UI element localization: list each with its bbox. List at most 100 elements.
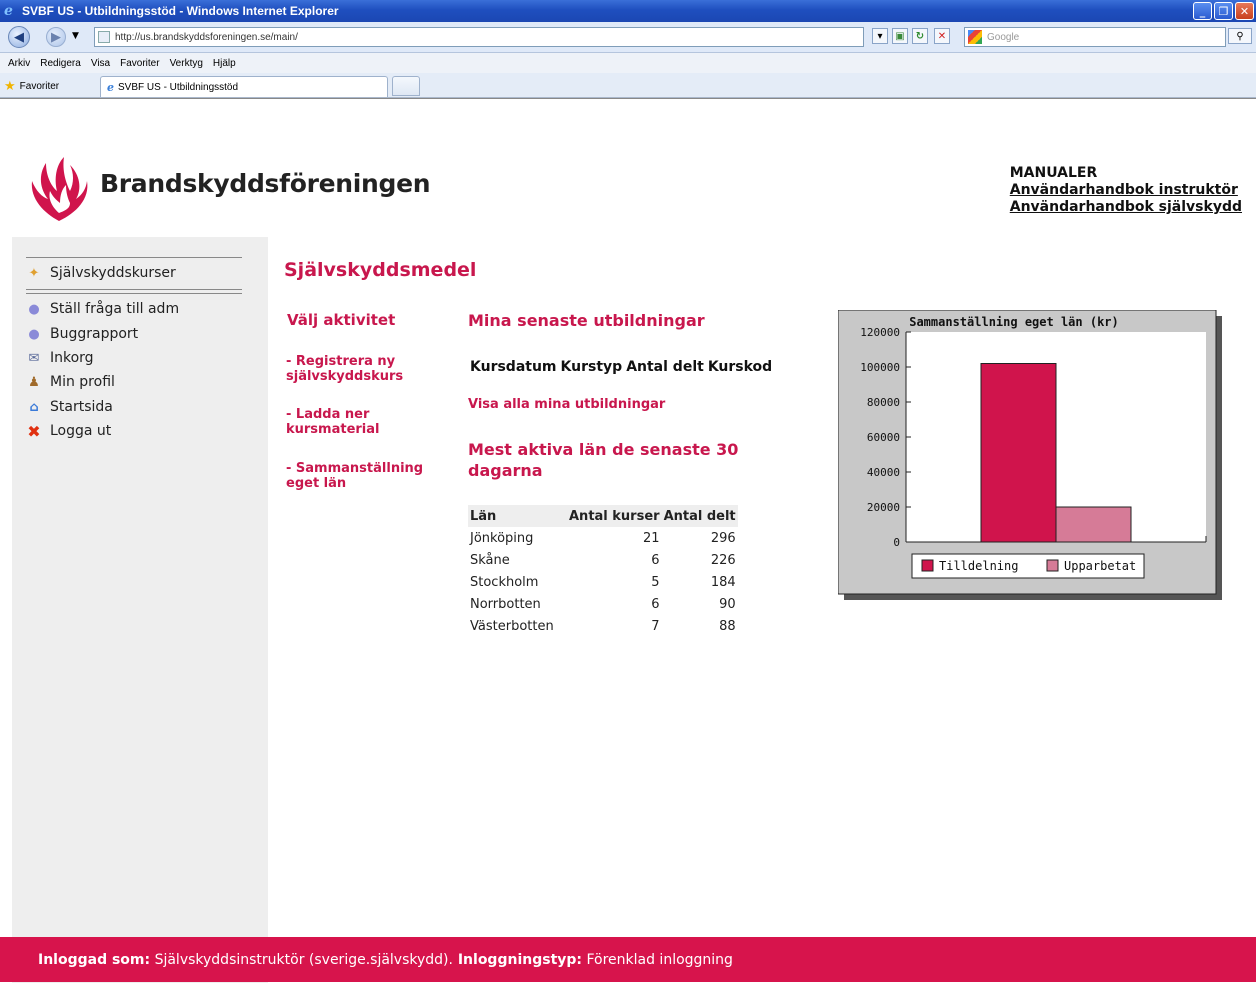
bar-tilldelning: [980, 363, 1057, 543]
county-name: Skåne: [470, 552, 510, 568]
menu-favoriter[interactable]: Favoriter: [120, 58, 159, 69]
url-dropdown-button[interactable]: ▾: [872, 28, 888, 44]
address-bar: ◀ ▶ ▼ http://us.brandskyddsforeningen.se…: [0, 22, 1256, 53]
col-kurskod: Kurskod: [707, 359, 773, 375]
menu-hjalp[interactable]: Hjälp: [213, 58, 236, 69]
sidebar-item-label: Startsida: [50, 399, 113, 415]
course-count: 6: [651, 552, 660, 568]
sidebar-item-inkorg[interactable]: ✉ Inkorg: [26, 350, 94, 366]
manual-link-selfprotection[interactable]: Användarhandbok självskydd: [1010, 199, 1242, 216]
activity-register-course[interactable]: - Registrera ny självskyddskurs: [286, 354, 456, 384]
manual-link-instructor[interactable]: Användarhandbok instruktör: [1010, 182, 1242, 199]
participant-count: 296: [710, 530, 736, 546]
search-placeholder: Google: [987, 31, 1020, 43]
col-antal-kurser: Antal kurser: [567, 505, 662, 527]
menu-verktyg[interactable]: Verktyg: [170, 58, 203, 69]
table-row: Västerbotten 7 88: [468, 615, 738, 637]
menu-redigera[interactable]: Redigera: [40, 58, 81, 69]
chart-title: Sammanställning eget län (kr): [909, 315, 1119, 329]
new-tab-button[interactable]: [392, 76, 420, 96]
sidebar-item-sjalvskyddskurser[interactable]: ✦ Självskyddskurser: [26, 265, 176, 281]
sidebar-item-stall-fraga[interactable]: ● Ställ fråga till adm: [26, 301, 179, 317]
logged-in-value: Självskyddsinstruktör (sverige.självskyd…: [150, 951, 453, 968]
recent-courses-header: Kursdatum Kurstyp Antal delt Kurskod: [470, 359, 772, 375]
menu-visa[interactable]: Visa: [91, 58, 110, 69]
col-kurstyp: Kurstyp: [560, 359, 623, 375]
manuals-section: MANUALER Användarhandbok instruktör Anvä…: [1010, 165, 1242, 216]
url-field[interactable]: http://us.brandskyddsforeningen.se/main/: [94, 27, 864, 47]
minimize-button[interactable]: _: [1193, 2, 1212, 20]
page-icon: [98, 31, 110, 43]
footer-status-bar: Inloggad som: Självskyddsinstruktör (sve…: [0, 937, 1256, 982]
sidebar-item-label: Ställ fråga till adm: [50, 301, 180, 317]
chart-svg: Sammanställning eget län (kr) 0 20000 4000…: [837, 309, 1222, 600]
y-tick-label: 80000: [867, 396, 900, 409]
logged-in-label: Inloggad som:: [38, 951, 151, 968]
sidebar-item-startsida[interactable]: ⌂ Startsida: [26, 399, 113, 415]
compat-icon[interactable]: ▣: [892, 28, 908, 44]
favorites-button[interactable]: ★ Favoriter: [4, 78, 59, 94]
activity-summary-county[interactable]: - Sammanställning eget län: [286, 461, 456, 491]
tab-title: SVBF US - Utbildningsstöd: [118, 81, 239, 93]
menu-arkiv[interactable]: Arkiv: [8, 58, 30, 69]
google-icon: [968, 30, 982, 44]
table-row: Skåne 6 226: [468, 549, 738, 571]
brand-name: Brandskyddsföreningen: [100, 169, 431, 198]
y-tick-label: 120000: [860, 326, 900, 339]
show-all-link[interactable]: Visa alla mina utbildningar: [468, 397, 665, 412]
history-dropdown-icon[interactable]: ▼: [72, 31, 79, 41]
col-kursdatum: Kursdatum: [470, 359, 557, 375]
home-icon: ⌂: [29, 399, 39, 415]
maximize-button[interactable]: ❐: [1214, 2, 1233, 20]
y-tick-label: 40000: [867, 466, 900, 479]
brand-logo: [31, 157, 88, 221]
participant-count: 90: [719, 596, 736, 612]
participant-count: 88: [719, 618, 736, 634]
county-name: Västerbotten: [470, 618, 554, 634]
user-icon: ♟: [28, 374, 40, 390]
legend-label-upparbetat: Upparbetat: [1064, 559, 1136, 573]
course-count: 21: [643, 530, 660, 546]
col-antal-delt: Antal delt: [626, 359, 704, 375]
participant-count: 184: [710, 574, 736, 590]
sidebar-divider: [26, 257, 242, 258]
sidebar-divider: [26, 289, 242, 290]
y-tick-label: 0: [893, 536, 900, 549]
sidebar-item-label: Buggrapport: [50, 326, 139, 342]
search-field[interactable]: Google: [964, 27, 1226, 47]
browser-tab[interactable]: e SVBF US - Utbildningsstöd: [100, 76, 388, 97]
activity-download-material[interactable]: - Ladda ner kursmaterial: [286, 407, 456, 437]
ie-icon: e: [4, 3, 13, 19]
back-button[interactable]: ◀: [8, 26, 30, 48]
search-icon[interactable]: ⚲: [1228, 28, 1252, 44]
course-count: 6: [651, 596, 660, 612]
chart-legend: Tilldelning Upparbetat: [911, 553, 1145, 579]
course-count: 7: [651, 618, 660, 634]
sidebar-item-logga-ut[interactable]: ✖ Logga ut: [26, 421, 112, 441]
course-icon: ✦: [28, 265, 40, 281]
menu-bar: Arkiv Redigera Visa Favoriter Verktyg Hj…: [0, 53, 1256, 73]
login-type-value: Förenklad inloggning: [582, 951, 733, 968]
forward-button[interactable]: ▶: [46, 27, 66, 47]
manuals-title: MANUALER: [1009, 165, 1098, 181]
close-button[interactable]: ✕: [1235, 2, 1254, 20]
speech-bubble-icon: ●: [28, 326, 40, 342]
col-antal-delt: Antal delt: [661, 505, 738, 527]
refresh-icon[interactable]: ↻: [912, 28, 928, 44]
legend-label-tilldelning: Tilldelning: [939, 559, 1018, 573]
sidebar-item-label: Inkorg: [50, 350, 94, 366]
star-icon: ★: [4, 78, 16, 93]
logout-x-icon: ✖: [27, 421, 41, 441]
sidebar-item-buggrapport[interactable]: ● Buggrapport: [26, 326, 138, 342]
stop-icon[interactable]: ✕: [934, 28, 950, 44]
sidebar-item-min-profil[interactable]: ♟ Min profil: [26, 374, 115, 390]
active-counties-table: Län Antal kurser Antal delt Jönköping 21…: [468, 505, 738, 637]
sidebar-item-label: Min profil: [50, 374, 115, 390]
envelope-icon: ✉: [28, 350, 40, 366]
window-titlebar: e SVBF US - Utbildningsstöd - Windows In…: [0, 0, 1256, 22]
window-title: SVBF US - Utbildningsstöd - Windows Inte…: [22, 4, 339, 18]
summary-chart: Sammanställning eget län (kr) 0 20000 4000…: [837, 309, 1222, 600]
participant-count: 226: [710, 552, 736, 568]
sidebar-item-label: Logga ut: [50, 423, 112, 439]
county-name: Stockholm: [470, 574, 539, 590]
